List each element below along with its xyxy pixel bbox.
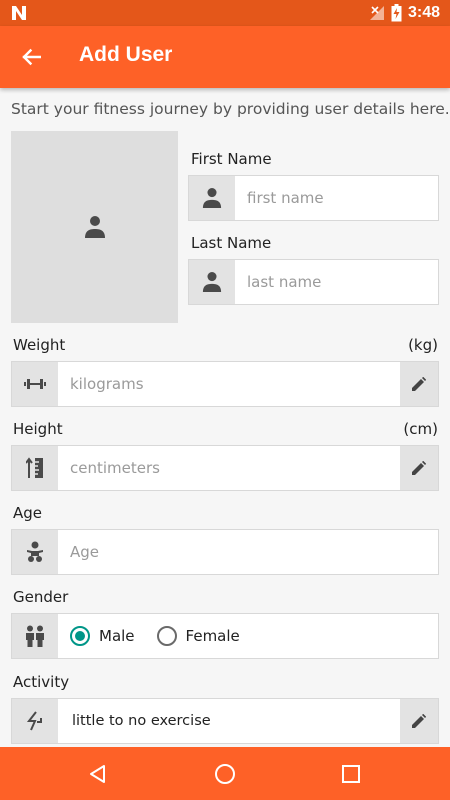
status-icons: 3:48 bbox=[369, 3, 440, 23]
signal-off-icon bbox=[369, 6, 384, 20]
intro-text: Start your fitness journey by providing … bbox=[11, 100, 450, 118]
back-triangle-icon bbox=[90, 765, 105, 783]
app-toolbar: Add User bbox=[0, 26, 450, 88]
activity-icon bbox=[26, 711, 42, 731]
n-notification-icon bbox=[12, 6, 26, 20]
height-label: Height bbox=[13, 420, 63, 438]
first-name-label: First Name bbox=[191, 150, 272, 168]
status-bar: 3:48 bbox=[0, 0, 450, 26]
person-icon bbox=[84, 216, 105, 238]
last-name-field bbox=[188, 259, 439, 305]
people-icon bbox=[26, 625, 44, 647]
height-input[interactable] bbox=[58, 446, 400, 490]
gender-field: Male Female bbox=[11, 613, 439, 659]
page-title: Add User bbox=[79, 43, 173, 66]
last-name-input[interactable] bbox=[235, 260, 438, 304]
weight-input[interactable] bbox=[58, 362, 400, 406]
baby-icon bbox=[27, 541, 43, 562]
arrow-back-icon bbox=[22, 48, 41, 66]
nav-home-button[interactable] bbox=[210, 759, 240, 789]
age-icon-box bbox=[12, 530, 58, 574]
recents-square-icon bbox=[342, 765, 360, 783]
activity-icon-box bbox=[12, 699, 58, 743]
first-name-input[interactable] bbox=[235, 176, 438, 220]
height-edit-button[interactable] bbox=[400, 446, 438, 490]
nav-recents-button[interactable] bbox=[336, 759, 366, 789]
pencil-icon bbox=[412, 714, 426, 728]
person-icon bbox=[202, 272, 222, 292]
age-label: Age bbox=[13, 504, 43, 522]
status-time: 3:48 bbox=[407, 4, 440, 21]
height-unit: (cm) bbox=[403, 420, 438, 438]
person-icon bbox=[202, 188, 222, 208]
activity-edit-button[interactable] bbox=[400, 699, 438, 743]
age-input[interactable] bbox=[58, 530, 438, 574]
ruler-icon bbox=[26, 457, 43, 478]
age-field bbox=[11, 529, 439, 575]
pencil-icon bbox=[412, 461, 426, 475]
height-field bbox=[11, 445, 439, 491]
user-photo-picker[interactable] bbox=[11, 131, 178, 323]
weight-unit: (kg) bbox=[408, 336, 438, 354]
gender-female-label: Female bbox=[185, 627, 240, 645]
battery-charging-icon bbox=[391, 4, 402, 22]
weight-edit-button[interactable] bbox=[400, 362, 438, 406]
activity-value[interactable]: little to no exercise bbox=[58, 699, 400, 743]
first-name-field bbox=[188, 175, 439, 221]
back-button[interactable] bbox=[12, 38, 50, 76]
last-name-label: Last Name bbox=[191, 234, 272, 252]
weight-label: Weight bbox=[13, 336, 66, 354]
gender-label: Gender bbox=[13, 588, 69, 606]
radio-checked-icon bbox=[70, 626, 90, 646]
dumbbell-icon bbox=[24, 379, 46, 389]
activity-field: little to no exercise bbox=[11, 698, 439, 744]
activity-label: Activity bbox=[13, 673, 70, 691]
weight-icon-box bbox=[12, 362, 58, 406]
first-name-icon-box bbox=[189, 176, 235, 220]
system-nav-bar bbox=[0, 747, 450, 800]
pencil-icon bbox=[412, 377, 426, 391]
gender-icon-box bbox=[12, 614, 58, 658]
height-icon-box bbox=[12, 446, 58, 490]
weight-field bbox=[11, 361, 439, 407]
gender-radio-group: Male Female bbox=[58, 614, 438, 658]
gender-female-radio[interactable]: Female bbox=[156, 626, 240, 646]
home-circle-icon bbox=[215, 764, 235, 784]
gender-male-label: Male bbox=[99, 627, 135, 645]
nav-back-button[interactable] bbox=[83, 759, 113, 789]
radio-unchecked-icon bbox=[156, 626, 177, 646]
gender-male-radio[interactable]: Male bbox=[70, 626, 135, 646]
last-name-icon-box bbox=[189, 260, 235, 304]
